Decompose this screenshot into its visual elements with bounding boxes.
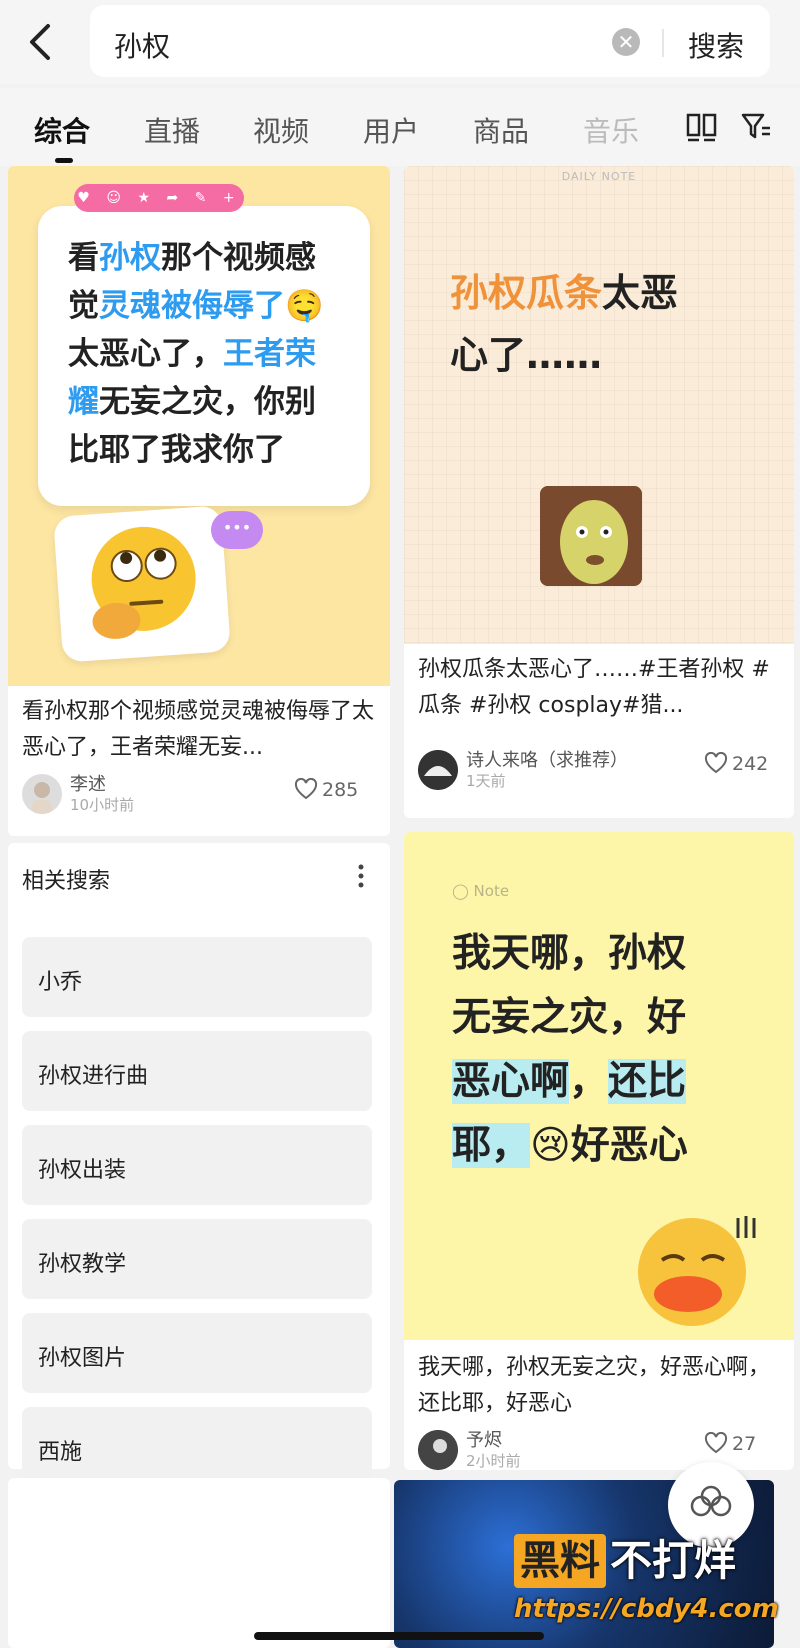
like-count: 285: [322, 779, 359, 801]
watermark: 黑料 不打烊: [514, 1534, 736, 1588]
cover-text: 我天哪，孙权 无妄之灾，好 恶心啊，还比 耶，😢好恶心: [452, 931, 688, 1168]
tab-products[interactable]: 商品: [473, 110, 529, 150]
avatar[interactable]: [418, 1430, 458, 1470]
cover-text: 看孙权那个视频感 觉灵魂被侮辱了🤤 太恶心了，王者荣 耀无妄之灾，你别 比耶了我…: [68, 240, 324, 468]
eye-roll-emoji-icon: [91, 526, 196, 639]
related-searches: 相关搜索 小乔 孙权进行曲 孙权出装 孙权教学 孙权图片 西施: [8, 843, 390, 1487]
note-title: 孙权瓜条太恶心了……#王者孙权 #瓜条 #孙权 cosplay#猎...: [418, 657, 770, 718]
search-header: 孙权 ✕ 搜索: [0, 0, 800, 84]
cover-caption: DAILY NOTE: [561, 170, 637, 183]
cover-caption: ◯ Note: [452, 882, 510, 900]
related-item[interactable]: 孙权出装: [22, 1125, 372, 1205]
note-card[interactable]: ◯ Note 我天哪，孙权 无妄之灾，好 恶心啊，还比 耶，😢好恶心 我天哪，孙…: [404, 832, 794, 1470]
note-cover: ◯ Note 我天哪，孙权 无妄之灾，好 恶心啊，还比 耶，😢好恶心: [404, 832, 794, 1340]
avatar[interactable]: [22, 774, 62, 814]
meme-image: [540, 486, 642, 586]
speech-bubble: 看孙权那个视频感 觉灵魂被侮辱了🤤 太恶心了，王者荣 耀无妄之灾，你别 比耶了我…: [38, 206, 370, 506]
divider: [662, 29, 664, 57]
back-button[interactable]: [22, 18, 62, 66]
related-item[interactable]: 西施: [22, 1407, 372, 1487]
like-button[interactable]: 27: [704, 1431, 757, 1455]
note-card[interactable]: 看孙权那个视频感 觉灵魂被侮辱了🤤 太恶心了，王者荣 耀无妄之灾，你别 比耶了我…: [8, 166, 390, 836]
heart-icon: [704, 1431, 728, 1454]
chevron-left-icon: [30, 24, 50, 60]
like-button[interactable]: 285: [294, 777, 359, 801]
tab-users[interactable]: 用户: [363, 110, 419, 150]
home-indicator: [254, 1632, 544, 1640]
like-count: 27: [732, 1433, 757, 1455]
author-name[interactable]: 李述: [70, 770, 106, 796]
author-name[interactable]: 予烬: [466, 1426, 502, 1452]
tab-comprehensive[interactable]: 综合: [34, 110, 90, 150]
related-item[interactable]: 孙权教学: [22, 1219, 372, 1299]
related-item[interactable]: 孙权进行曲: [22, 1031, 372, 1111]
note-title: 看孙权那个视频感觉灵魂被侮辱了太恶心了，王者荣耀无妄...: [22, 699, 375, 760]
cover-text: 孙权瓜条太恶 心了……: [450, 271, 679, 377]
note-title: 我天哪，孙权无妄之灾，好恶心啊，还比耶，好恶心: [418, 1355, 771, 1416]
related-item[interactable]: 小乔: [22, 937, 372, 1017]
reaction-bar: ♥ ☺ ★ ➦ ✎ +: [74, 184, 244, 212]
clear-icon[interactable]: ✕: [612, 28, 640, 56]
pouting-face-icon: [638, 1216, 756, 1326]
tab-live[interactable]: 直播: [144, 110, 200, 150]
heart-icon: [294, 777, 318, 800]
search-input[interactable]: 孙权 ✕ 搜索: [90, 5, 770, 77]
like-button[interactable]: 242: [704, 751, 769, 775]
note-cover: DAILY NOTE 孙权瓜条太恶 心了……: [404, 166, 794, 644]
post-time: 10小时前: [70, 796, 135, 814]
watermark-url: https://cbdy4.com: [514, 1594, 779, 1624]
watermark-box: 黑料: [514, 1534, 606, 1588]
note-cover: 看孙权那个视频感 觉灵魂被侮辱了🤤 太恶心了，王者荣 耀无妄之灾，你别 比耶了我…: [8, 166, 390, 686]
active-tab-indicator: [55, 158, 73, 163]
post-time: 2小时前: [466, 1452, 521, 1470]
avatar[interactable]: [418, 750, 458, 790]
category-tabs: 综合 直播 视频 用户 商品 音乐: [0, 88, 800, 166]
related-title: 相关搜索: [22, 869, 111, 894]
search-button[interactable]: 搜索: [688, 25, 744, 65]
chat-dots-icon: •••: [211, 511, 263, 549]
heart-icon: [704, 751, 728, 774]
post-time: 1天前: [466, 772, 506, 790]
related-item[interactable]: 孙权图片: [22, 1313, 372, 1393]
emoji-sticker: [53, 505, 231, 663]
tab-music[interactable]: 音乐: [583, 110, 639, 150]
tab-video[interactable]: 视频: [253, 110, 309, 150]
more-icon[interactable]: [356, 861, 366, 891]
layout-toggle-icon[interactable]: [686, 112, 718, 142]
filter-icon[interactable]: [740, 110, 772, 142]
note-card-placeholder[interactable]: [8, 1478, 390, 1648]
search-query: 孙权: [114, 30, 171, 63]
author-name[interactable]: 诗人来咯（求推荐）: [466, 746, 628, 772]
note-card[interactable]: DAILY NOTE 孙权瓜条太恶 心了…… 孙权瓜条太恶心了……#王者孙权 #…: [404, 166, 794, 818]
like-count: 242: [732, 753, 769, 775]
watermark-text: 不打烊: [610, 1536, 737, 1585]
